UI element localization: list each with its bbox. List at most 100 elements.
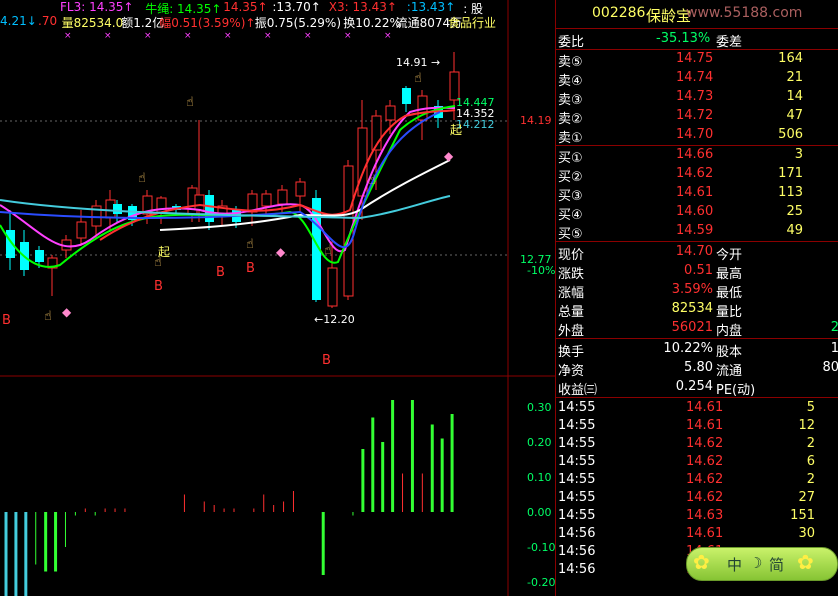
hand-icon: ☝: [138, 171, 146, 186]
weibi-value: -35.13%: [656, 31, 711, 46]
order-volume: 506: [778, 127, 803, 142]
volume-axis-label: 0.20: [527, 436, 552, 449]
hand-icon: ☝: [324, 243, 332, 258]
weibi-row: 委比 -35.13% 委差: [558, 31, 743, 50]
order-row: 卖④ 14.74 21: [556, 69, 838, 89]
tick-price: 14.61: [686, 526, 724, 541]
order-label: 卖④: [558, 74, 583, 89]
stat-row: 现价 14.70 今开: [556, 243, 838, 263]
order-price: 14.66: [676, 147, 714, 162]
stat-value-right: 2: [830, 320, 838, 335]
order-price: 14.72: [676, 108, 714, 123]
order-row: 买① 14.66 3: [556, 146, 838, 166]
ind-row-item: : 股: [463, 2, 484, 16]
tick-volume: 2: [806, 436, 815, 451]
candle-body: [295, 181, 306, 197]
low-marker: ←12.20: [314, 313, 355, 326]
cross-marker: ×: [344, 31, 352, 41]
cross-marker: ×: [384, 31, 392, 41]
order-price: 14.74: [676, 70, 714, 85]
tick-row: 14:55 14.62 27: [556, 489, 838, 507]
tick-price: 14.61: [686, 400, 724, 415]
cross-marker: ×: [224, 31, 232, 41]
order-volume: 49: [786, 223, 803, 238]
stat-label: 外盘: [558, 324, 585, 339]
order-row: 买② 14.62 171: [556, 165, 838, 185]
cross-marker: ×: [144, 31, 152, 41]
order-price: 14.73: [676, 89, 714, 104]
ime-mode: 中: [727, 556, 743, 574]
hand-icon: ☝: [368, 173, 376, 188]
stat-row: 外盘 56021 内盘 2: [556, 319, 838, 339]
stat-row: 涨跌 0.51 最高: [556, 262, 838, 282]
candle-body: [76, 221, 87, 239]
order-price: 14.62: [676, 166, 714, 181]
cross-marker: ×: [64, 31, 72, 41]
kline-chart[interactable]: 14.1912.77-10%14.44714.35214.21214.91 →←…: [0, 0, 555, 596]
hand-icon: ☝: [246, 237, 254, 252]
order-label: 买③: [558, 189, 583, 204]
high-marker: 14.91 →: [396, 56, 440, 69]
stock-title: 002286 保龄宝 www.55188.com: [556, 4, 838, 26]
stat-label: 现价: [558, 248, 585, 263]
order-row: 卖① 14.70 506: [556, 126, 838, 146]
order-label: 卖②: [558, 112, 583, 127]
hand-icon: ☝: [414, 71, 422, 86]
ma-line: [0, 106, 456, 253]
candle-body: [194, 194, 205, 211]
order-row: 卖② 14.72 47: [556, 107, 838, 127]
tick-time: 14:55: [558, 454, 596, 469]
tick-time: 14:55: [558, 400, 596, 415]
buy-marker: B: [154, 279, 163, 294]
stat-label-right: 量比: [716, 305, 743, 320]
stat2-label-right: 股本: [716, 345, 743, 360]
hdr-row-item: 振0.75(5.29%): [254, 16, 342, 30]
y-label-low-pct: -10%: [527, 264, 555, 277]
tick-time: 14:55: [558, 490, 596, 505]
buy-marker: B: [246, 261, 255, 276]
stat2-value-right: 1: [830, 341, 838, 356]
qi-marker: 起: [450, 123, 462, 137]
stat2-value: 10.22%: [663, 341, 713, 356]
tick-time: 14:55: [558, 436, 596, 451]
stat-value: 3.59%: [671, 282, 713, 297]
ind-row-item: :13.70↑: [272, 0, 321, 14]
stat2-value: 5.80: [684, 360, 713, 375]
order-price: 14.70: [676, 127, 714, 142]
ime-script: 简: [769, 556, 785, 574]
order-volume: 21: [786, 70, 803, 85]
volume-axis-label: 0.10: [527, 471, 552, 484]
tick-row: 14:56 14.61 30: [556, 525, 838, 543]
stat-value: 82534: [671, 301, 713, 316]
order-row: 买③ 14.61 113: [556, 184, 838, 204]
stat-label-right: 今开: [716, 248, 743, 263]
tick-price: 14.62: [686, 490, 724, 505]
hdr-row-item: 4.21↓: [0, 14, 37, 28]
order-row: 买⑤ 14.59 49: [556, 222, 838, 242]
order-row: 卖⑤ 14.75 164: [556, 50, 838, 70]
hand-icon: ☝: [154, 255, 162, 270]
buy-marker: B: [216, 265, 225, 280]
stat-value: 56021: [671, 320, 713, 335]
hdr-row-item: 量82534.0: [61, 16, 124, 30]
volume-axis-label: 0.00: [527, 506, 552, 519]
ind-row-item: 14.35↑: [223, 0, 268, 14]
order-price: 14.75: [676, 51, 714, 66]
stock-name: 保龄宝: [646, 7, 692, 25]
order-volume: 25: [786, 204, 803, 219]
candle-body: [385, 105, 396, 121]
stat2-label: 收益㈢: [558, 383, 598, 398]
order-volume: 164: [778, 51, 803, 66]
tick-volume: 27: [798, 490, 815, 505]
ime-status-badge[interactable]: ✿ 中 ☽ 简 ✿: [686, 547, 838, 581]
stat2-value-right: 80: [822, 360, 838, 375]
tick-volume: 5: [806, 400, 815, 415]
candle-body: [277, 189, 288, 205]
cross-marker: ×: [304, 31, 312, 41]
stat2-row: 换手 10.22% 股本 1: [556, 340, 838, 360]
volume-axis-label: 0.30: [527, 401, 552, 414]
order-label: 卖⑤: [558, 55, 583, 70]
gem-icon: ◆: [62, 305, 72, 319]
ind-row-item: 牛绳: 14.35↑: [145, 2, 222, 16]
tick-row: 14:55 14.62 2: [556, 435, 838, 453]
